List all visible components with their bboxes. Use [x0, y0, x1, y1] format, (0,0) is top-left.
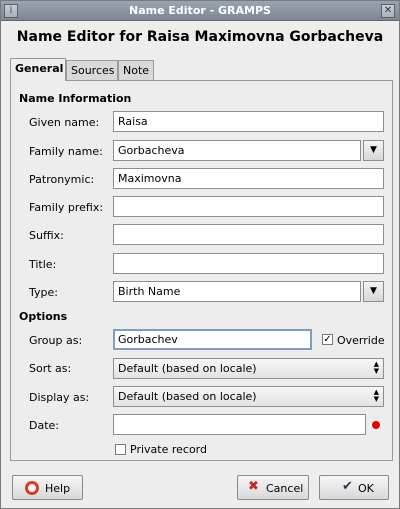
sort-as-label: Sort as:	[29, 362, 72, 375]
given-name-label: Given name:	[29, 116, 100, 129]
window-title: Name Editor - GRAMPS	[129, 4, 271, 17]
family-prefix-field[interactable]	[113, 196, 384, 217]
cancel-icon: ✖	[248, 479, 259, 494]
patronymic-field[interactable]: Maximovna	[113, 168, 384, 189]
general-panel: Name Information Given name: Raisa Famil…	[10, 80, 393, 461]
private-record-label[interactable]: Private record	[130, 443, 207, 456]
title-field[interactable]	[113, 253, 384, 274]
sort-as-value: Default (based on locale)	[118, 362, 257, 375]
help-button[interactable]: Help	[12, 475, 83, 500]
suffix-field[interactable]	[113, 224, 384, 245]
help-button-label: Help	[45, 482, 71, 495]
tab-sources[interactable]: Sources	[66, 60, 118, 80]
cancel-button[interactable]: ✖ Cancel	[237, 475, 309, 500]
type-dropdown-icon[interactable]: ▼	[363, 281, 384, 302]
name-information-heading: Name Information	[19, 92, 132, 105]
sort-as-spin-icon: ▲ ▼	[373, 360, 379, 375]
display-as-spin-icon: ▲ ▼	[373, 388, 379, 403]
name-editor-window: ⁞ Name Editor - GRAMPS ✕ Name Editor for…	[0, 0, 400, 509]
family-name-label: Family name:	[29, 145, 103, 158]
display-as-label: Display as:	[29, 391, 90, 404]
override-label[interactable]: Override	[337, 334, 385, 347]
family-name-field[interactable]: Gorbacheva	[113, 140, 361, 161]
family-name-dropdown-icon[interactable]: ▼	[363, 140, 384, 161]
help-icon	[25, 481, 39, 495]
cancel-button-label: Cancel	[266, 482, 304, 495]
date-field[interactable]	[113, 414, 366, 435]
title-bar[interactable]: ⁞ Name Editor - GRAMPS ✕	[1, 1, 399, 21]
ok-button[interactable]: ✔ OK	[319, 475, 389, 500]
group-as-field[interactable]: Gorbachev	[113, 329, 312, 350]
sort-as-combo[interactable]: Default (based on locale) ▲ ▼	[113, 358, 384, 379]
override-checkbox[interactable]: ✓	[322, 334, 333, 345]
given-name-field[interactable]: Raisa	[113, 111, 384, 132]
display-as-value: Default (based on locale)	[118, 390, 257, 403]
tab-general[interactable]: General	[10, 58, 66, 81]
type-label: Type:	[29, 286, 58, 299]
display-as-combo[interactable]: Default (based on locale) ▲ ▼	[113, 386, 384, 407]
options-heading: Options	[19, 310, 68, 323]
date-status-icon	[372, 421, 380, 429]
patronymic-label: Patronymic:	[29, 173, 95, 186]
type-field[interactable]: Birth Name	[113, 281, 361, 302]
date-label: Date:	[29, 419, 59, 432]
ok-button-label: OK	[358, 482, 374, 495]
close-icon[interactable]: ✕	[381, 4, 395, 18]
tab-note[interactable]: Note	[118, 60, 154, 80]
ok-icon: ✔	[342, 479, 353, 494]
private-record-checkbox[interactable]	[115, 444, 126, 455]
group-as-label: Group as:	[29, 334, 83, 347]
suffix-label: Suffix:	[29, 229, 64, 242]
title-label: Title:	[29, 258, 57, 271]
family-prefix-label: Family prefix:	[29, 201, 104, 214]
dialog-heading: Name Editor for Raisa Maximovna Gorbache…	[16, 29, 384, 45]
